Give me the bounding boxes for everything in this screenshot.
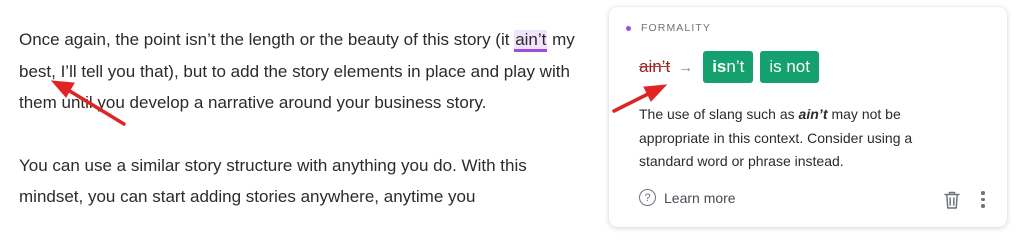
flagged-word[interactable]: ain’t: [514, 30, 548, 52]
paragraph-1: Once again, the point isn’t the length o…: [19, 24, 579, 119]
explanation-term: ain’t: [798, 106, 828, 122]
paragraph-2: You can use a similar story structure wi…: [19, 155, 527, 207]
category-header: FORMALITY: [626, 22, 711, 34]
trash-icon[interactable]: [943, 190, 961, 210]
suggestion-button-isnt[interactable]: isn’t: [703, 51, 754, 83]
learn-more-link[interactable]: ? Learn more: [639, 189, 736, 206]
suggestion-text: n’t: [726, 57, 745, 76]
explanation-text: The use of slang such as ain’t may not b…: [639, 103, 969, 174]
suggestion-card: FORMALITY ain’t → isn’t is not The use o…: [609, 7, 1007, 227]
more-vertical-icon[interactable]: [981, 191, 985, 208]
category-label: FORMALITY: [641, 22, 711, 34]
learn-more-label: Learn more: [664, 189, 736, 206]
suggestion-button-is-not[interactable]: is not: [760, 51, 819, 83]
paragraph-text: Once again, the point isn’t the length o…: [19, 30, 515, 49]
help-circle-icon: ?: [639, 189, 656, 206]
document-text: Once again, the point isn’t the length o…: [19, 24, 579, 213]
explanation-part: The use of slang such as: [639, 106, 799, 122]
dot-icon: [626, 25, 631, 31]
suggestion-row: ain’t → isn’t is not: [639, 51, 826, 83]
suggestion-bold: is: [712, 57, 727, 76]
arrow-right-icon: →: [678, 58, 694, 76]
original-word: ain’t: [639, 57, 671, 76]
